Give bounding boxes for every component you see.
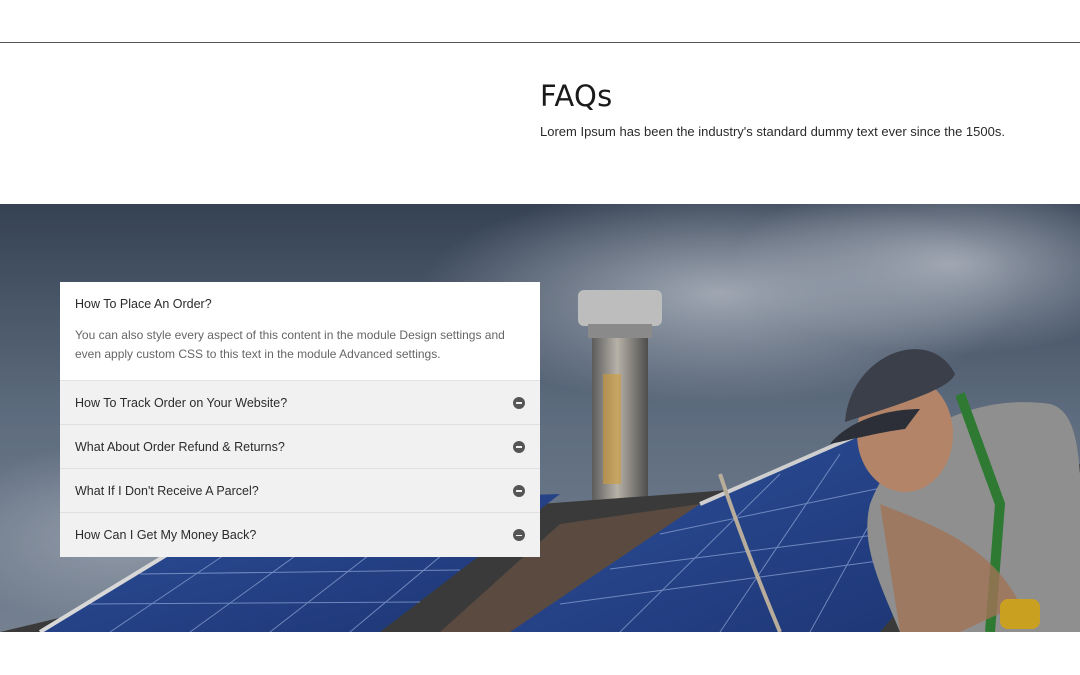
faq-item[interactable]: How To Track Order on Your Website? xyxy=(60,381,540,425)
top-divider xyxy=(0,42,1080,43)
faq-item[interactable]: What About Order Refund & Returns? xyxy=(60,425,540,469)
page-title: FAQs xyxy=(540,79,613,113)
faq-item[interactable]: How Can I Get My Money Back? xyxy=(60,513,540,557)
faq-accordion: How To Place An Order? You can also styl… xyxy=(60,282,540,557)
faq-intro: FAQs Lorem Ipsum has been the industry's… xyxy=(540,80,1010,141)
faq-answer: You can also style every aspect of this … xyxy=(75,328,505,361)
faq-item-open[interactable]: How To Place An Order? You can also styl… xyxy=(60,282,540,381)
faq-question: How Can I Get My Money Back? xyxy=(75,528,257,542)
intro-text: Lorem Ipsum has been the industry's stan… xyxy=(540,124,1005,139)
faq-question: How To Track Order on Your Website? xyxy=(75,395,288,410)
minus-circle-icon[interactable] xyxy=(513,440,525,453)
minus-circle-icon[interactable] xyxy=(513,484,525,497)
faq-item[interactable]: What If I Don't Receive A Parcel? xyxy=(60,469,540,513)
faq-question: What If I Don't Receive A Parcel? xyxy=(75,483,259,498)
faq-question[interactable]: How To Place An Order? xyxy=(75,296,525,312)
minus-circle-icon[interactable] xyxy=(513,396,525,409)
faq-question: What About Order Refund & Returns? xyxy=(75,439,285,454)
minus-circle-icon[interactable] xyxy=(513,529,525,541)
